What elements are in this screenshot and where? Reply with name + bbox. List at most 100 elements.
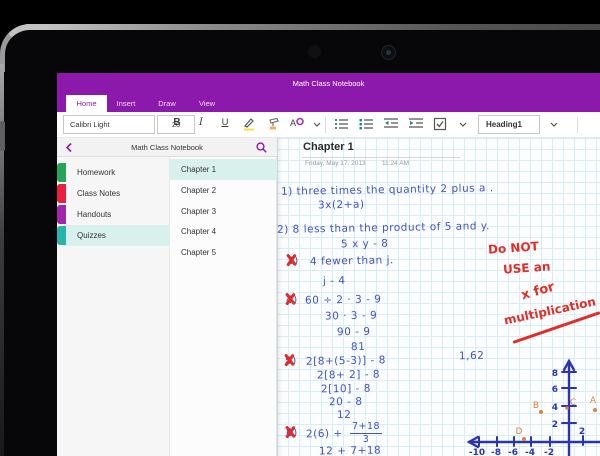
page-label: Chapter 4: [181, 227, 217, 236]
highlighter-icon[interactable]: [241, 117, 257, 133]
camera-dot: [381, 45, 396, 60]
page-chapter-2[interactable]: Chapter 2: [170, 180, 277, 201]
y-tick-label: 6: [552, 385, 558, 395]
notebook-panel-header: Math Class Notebook: [57, 138, 277, 157]
section-label: Class Notes: [77, 189, 121, 198]
ink-line: 60 ÷ 2 · 3 - 9: [304, 293, 382, 307]
todo-checkbox-icon[interactable]: [432, 117, 448, 133]
note-canvas[interactable]: Chapter 1 Friday, May 17, 2013 11:24 AM …: [277, 138, 600, 456]
ink-line: 2[8+(5-3)] - 8: [305, 354, 386, 368]
onenote-app-window: Math Class Notebook Home Insert Draw Vie…: [57, 73, 600, 456]
page-title-underline: [302, 157, 460, 158]
tab-draw[interactable]: Draw: [158, 95, 176, 112]
ink-line: 81: [350, 340, 366, 354]
section-handouts[interactable]: Handouts: [57, 204, 170, 225]
style-select[interactable]: Heading1: [478, 115, 540, 134]
ribbon-toolbar: Calibri Light 20 B I U A Heading1: [57, 112, 600, 138]
point-D-dot: [522, 437, 526, 441]
x-tick-label: -2: [544, 448, 554, 456]
search-icon[interactable]: [253, 141, 269, 157]
x-tick-label: -6: [508, 448, 518, 456]
toolbar-separator: [577, 117, 578, 133]
section-label: Handouts: [77, 210, 112, 219]
section-label: Quizzes: [77, 231, 106, 240]
coordinate-graph: 8 6 4 2 -10 -8 -6 -4 -2 2 A B C D: [466, 358, 600, 456]
increase-indent-icon[interactable]: [408, 117, 424, 133]
point-C-dot: [565, 406, 569, 410]
sections-list: Homework Class Notes Handouts Quizzes: [57, 157, 170, 456]
tablet-top-edge: [26, 24, 600, 30]
font-color-swirl-icon: [296, 117, 304, 126]
screenshot-stage: Math Class Notebook Home Insert Draw Vie…: [0, 0, 600, 456]
point-label: B: [533, 401, 539, 411]
y-tick-label: 2: [552, 420, 558, 430]
ink-line: 30 · 3 - 9: [324, 309, 378, 323]
pages-list: Chapter 1 Chapter 2 Chapter 3 Chapter 4 …: [170, 157, 277, 456]
red-warning-line: Do NOT: [487, 239, 540, 257]
red-cross-icon: [283, 353, 295, 366]
bold-button[interactable]: B: [169, 117, 185, 133]
chevron-down-icon[interactable]: [309, 117, 325, 133]
format-painter-icon[interactable]: [265, 117, 281, 133]
app-titlebar: Math Class Notebook: [57, 73, 600, 95]
page-label: Chapter 3: [181, 207, 217, 216]
page-date: Friday, May 17, 2013: [305, 160, 366, 167]
ink-line: 12: [336, 408, 352, 422]
sensor-dot: [308, 45, 321, 58]
ink-line: 4 fewer than j.: [309, 254, 394, 268]
point-A-dot: [593, 408, 597, 412]
numbered-list-icon[interactable]: [358, 117, 374, 133]
page-chapter-5[interactable]: Chapter 5: [170, 242, 277, 263]
ink-line: 12 + 7+18: [319, 444, 382, 456]
point-B-dot: [539, 410, 543, 414]
fraction-denominator: 3: [362, 434, 370, 445]
page-chapter-3[interactable]: Chapter 3: [170, 201, 277, 222]
ink-line: 3x(2+a): [317, 198, 365, 212]
tab-home[interactable]: Home: [66, 95, 107, 112]
tab-insert[interactable]: Insert: [117, 95, 136, 112]
red-cross-icon: [284, 425, 296, 438]
chevron-down-icon[interactable]: [546, 117, 562, 133]
tab-view[interactable]: View: [199, 95, 215, 112]
page-label: Chapter 2: [181, 186, 217, 195]
y-tick-label: 4: [552, 403, 558, 413]
italic-button[interactable]: I: [193, 117, 209, 133]
red-warning-line: x for: [519, 279, 557, 304]
section-label: Homework: [77, 168, 116, 177]
bullet-list-icon[interactable]: [333, 117, 349, 133]
page-title: Chapter 1: [303, 141, 354, 153]
section-color-tab: [57, 205, 66, 224]
fraction-numerator: 7+18: [350, 421, 383, 434]
font-color-button[interactable]: A: [289, 117, 305, 133]
x-tick-label: -10: [469, 448, 485, 456]
y-tick-label: 8: [552, 369, 558, 379]
page-chapter-1[interactable]: Chapter 1: [170, 159, 277, 180]
notebook-title: Math Class Notebook: [131, 143, 203, 152]
underline-button[interactable]: U: [217, 117, 233, 133]
ink-line: 2[10] - 8: [320, 382, 371, 396]
page-label: Chapter 1: [181, 165, 217, 174]
ink-fraction: 7+18 3: [350, 421, 383, 445]
ink-line: 90 - 9: [336, 325, 371, 339]
section-color-tab: [57, 184, 66, 203]
point-label: C: [570, 398, 576, 408]
section-quizzes[interactable]: Quizzes: [57, 225, 170, 246]
ribbon-tab-row: Home Insert Draw View: [57, 95, 600, 112]
tablet-side-button: [0, 121, 5, 151]
ink-line: 20 - 8: [328, 395, 363, 409]
font-name-select[interactable]: Calibri Light: [63, 115, 155, 134]
ink-line: 2[8+ 2] - 8: [316, 368, 381, 382]
tablet-corner: [0, 24, 48, 72]
app-title: Math Class Notebook: [292, 79, 365, 88]
point-label: D: [516, 427, 523, 437]
ink-line: j - 4: [322, 274, 346, 288]
page-chapter-4[interactable]: Chapter 4: [170, 221, 277, 242]
section-homework[interactable]: Homework: [57, 162, 170, 183]
x-tick-label: -4: [525, 448, 535, 456]
ink-text-underlined: 7+18: [350, 444, 382, 456]
x-tick-label: 2: [579, 427, 585, 437]
chevron-down-icon[interactable]: [455, 117, 471, 133]
section-class-notes[interactable]: Class Notes: [57, 183, 170, 204]
decrease-indent-icon[interactable]: [383, 117, 399, 133]
x-tick-label: -8: [491, 448, 501, 456]
